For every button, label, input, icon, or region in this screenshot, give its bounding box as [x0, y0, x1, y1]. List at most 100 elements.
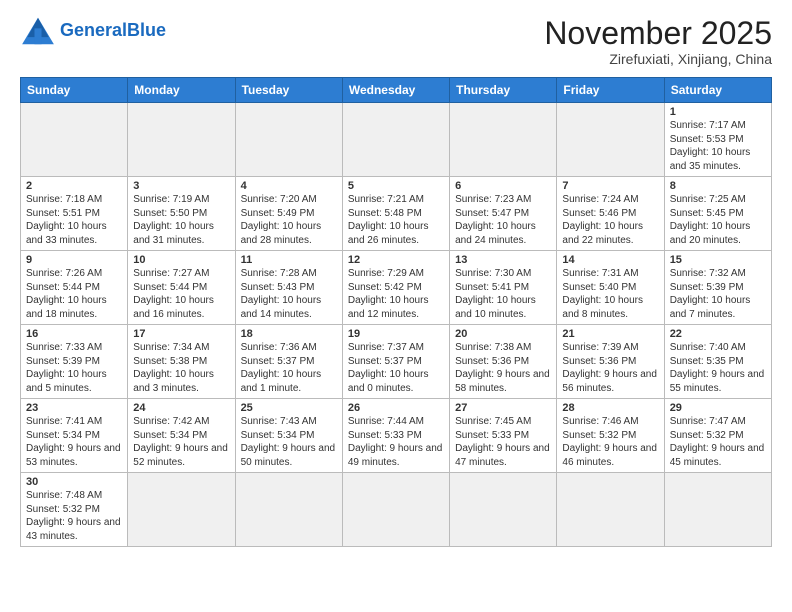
day-number: 19 — [348, 328, 444, 340]
day-info: Sunrise: 7:43 AM Sunset: 5:34 PM Dayligh… — [241, 415, 337, 469]
table-row — [128, 473, 235, 547]
day-info: Sunrise: 7:27 AM Sunset: 5:44 PM Dayligh… — [133, 267, 229, 321]
day-info: Sunrise: 7:36 AM Sunset: 5:37 PM Dayligh… — [241, 341, 337, 395]
table-row: 21Sunrise: 7:39 AM Sunset: 5:36 PM Dayli… — [557, 325, 664, 399]
day-number: 6 — [455, 180, 551, 192]
table-row: 10Sunrise: 7:27 AM Sunset: 5:44 PM Dayli… — [128, 251, 235, 325]
day-info: Sunrise: 7:28 AM Sunset: 5:43 PM Dayligh… — [241, 267, 337, 321]
table-row: 23Sunrise: 7:41 AM Sunset: 5:34 PM Dayli… — [21, 399, 128, 473]
table-row: 18Sunrise: 7:36 AM Sunset: 5:37 PM Dayli… — [235, 325, 342, 399]
weekday-header-wednesday: Wednesday — [342, 78, 449, 103]
day-info: Sunrise: 7:47 AM Sunset: 5:32 PM Dayligh… — [670, 415, 766, 469]
day-info: Sunrise: 7:20 AM Sunset: 5:49 PM Dayligh… — [241, 193, 337, 247]
day-info: Sunrise: 7:32 AM Sunset: 5:39 PM Dayligh… — [670, 267, 766, 321]
table-row: 22Sunrise: 7:40 AM Sunset: 5:35 PM Dayli… — [664, 325, 771, 399]
day-info: Sunrise: 7:18 AM Sunset: 5:51 PM Dayligh… — [26, 193, 122, 247]
table-row — [235, 473, 342, 547]
table-row — [450, 103, 557, 177]
day-number: 9 — [26, 254, 122, 266]
table-row — [557, 473, 664, 547]
day-number: 27 — [455, 402, 551, 414]
day-number: 28 — [562, 402, 658, 414]
calendar: SundayMondayTuesdayWednesdayThursdayFrid… — [20, 77, 772, 547]
day-number: 10 — [133, 254, 229, 266]
day-number: 17 — [133, 328, 229, 340]
logo-text: GeneralBlue — [60, 21, 166, 41]
day-info: Sunrise: 7:24 AM Sunset: 5:46 PM Dayligh… — [562, 193, 658, 247]
day-number: 21 — [562, 328, 658, 340]
table-row — [128, 103, 235, 177]
table-row: 26Sunrise: 7:44 AM Sunset: 5:33 PM Dayli… — [342, 399, 449, 473]
day-number: 11 — [241, 254, 337, 266]
day-info: Sunrise: 7:21 AM Sunset: 5:48 PM Dayligh… — [348, 193, 444, 247]
day-number: 20 — [455, 328, 551, 340]
day-number: 26 — [348, 402, 444, 414]
logo: GeneralBlue — [20, 16, 166, 46]
day-info: Sunrise: 7:30 AM Sunset: 5:41 PM Dayligh… — [455, 267, 551, 321]
day-info: Sunrise: 7:48 AM Sunset: 5:32 PM Dayligh… — [26, 489, 122, 543]
table-row: 2Sunrise: 7:18 AM Sunset: 5:51 PM Daylig… — [21, 177, 128, 251]
table-row: 5Sunrise: 7:21 AM Sunset: 5:48 PM Daylig… — [342, 177, 449, 251]
table-row: 20Sunrise: 7:38 AM Sunset: 5:36 PM Dayli… — [450, 325, 557, 399]
weekday-header-sunday: Sunday — [21, 78, 128, 103]
calendar-week-2: 2Sunrise: 7:18 AM Sunset: 5:51 PM Daylig… — [21, 177, 772, 251]
weekday-header-thursday: Thursday — [450, 78, 557, 103]
table-row: 27Sunrise: 7:45 AM Sunset: 5:33 PM Dayli… — [450, 399, 557, 473]
page: GeneralBlue November 2025 Zirefuxiati, X… — [0, 0, 792, 612]
table-row — [664, 473, 771, 547]
day-number: 16 — [26, 328, 122, 340]
table-row: 24Sunrise: 7:42 AM Sunset: 5:34 PM Dayli… — [128, 399, 235, 473]
day-number: 14 — [562, 254, 658, 266]
day-number: 30 — [26, 476, 122, 488]
table-row: 13Sunrise: 7:30 AM Sunset: 5:41 PM Dayli… — [450, 251, 557, 325]
day-info: Sunrise: 7:42 AM Sunset: 5:34 PM Dayligh… — [133, 415, 229, 469]
title-block: November 2025 Zirefuxiati, Xinjiang, Chi… — [544, 16, 772, 67]
table-row: 30Sunrise: 7:48 AM Sunset: 5:32 PM Dayli… — [21, 473, 128, 547]
day-info: Sunrise: 7:34 AM Sunset: 5:38 PM Dayligh… — [133, 341, 229, 395]
logo-icon — [20, 16, 56, 46]
weekday-header-monday: Monday — [128, 78, 235, 103]
table-row: 11Sunrise: 7:28 AM Sunset: 5:43 PM Dayli… — [235, 251, 342, 325]
weekday-header-saturday: Saturday — [664, 78, 771, 103]
day-number: 2 — [26, 180, 122, 192]
day-info: Sunrise: 7:39 AM Sunset: 5:36 PM Dayligh… — [562, 341, 658, 395]
table-row: 14Sunrise: 7:31 AM Sunset: 5:40 PM Dayli… — [557, 251, 664, 325]
table-row: 1Sunrise: 7:17 AM Sunset: 5:53 PM Daylig… — [664, 103, 771, 177]
day-info: Sunrise: 7:29 AM Sunset: 5:42 PM Dayligh… — [348, 267, 444, 321]
table-row — [235, 103, 342, 177]
day-number: 3 — [133, 180, 229, 192]
table-row: 25Sunrise: 7:43 AM Sunset: 5:34 PM Dayli… — [235, 399, 342, 473]
day-number: 23 — [26, 402, 122, 414]
day-number: 5 — [348, 180, 444, 192]
day-number: 4 — [241, 180, 337, 192]
day-info: Sunrise: 7:40 AM Sunset: 5:35 PM Dayligh… — [670, 341, 766, 395]
day-info: Sunrise: 7:33 AM Sunset: 5:39 PM Dayligh… — [26, 341, 122, 395]
subtitle: Zirefuxiati, Xinjiang, China — [544, 51, 772, 67]
day-info: Sunrise: 7:37 AM Sunset: 5:37 PM Dayligh… — [348, 341, 444, 395]
table-row — [342, 103, 449, 177]
table-row — [557, 103, 664, 177]
calendar-week-5: 23Sunrise: 7:41 AM Sunset: 5:34 PM Dayli… — [21, 399, 772, 473]
calendar-week-1: 1Sunrise: 7:17 AM Sunset: 5:53 PM Daylig… — [21, 103, 772, 177]
day-info: Sunrise: 7:17 AM Sunset: 5:53 PM Dayligh… — [670, 119, 766, 173]
logo-blue: Blue — [127, 20, 166, 40]
month-title: November 2025 — [544, 16, 772, 51]
table-row — [450, 473, 557, 547]
table-row: 6Sunrise: 7:23 AM Sunset: 5:47 PM Daylig… — [450, 177, 557, 251]
calendar-week-6: 30Sunrise: 7:48 AM Sunset: 5:32 PM Dayli… — [21, 473, 772, 547]
day-info: Sunrise: 7:26 AM Sunset: 5:44 PM Dayligh… — [26, 267, 122, 321]
table-row — [21, 103, 128, 177]
table-row: 8Sunrise: 7:25 AM Sunset: 5:45 PM Daylig… — [664, 177, 771, 251]
day-info: Sunrise: 7:19 AM Sunset: 5:50 PM Dayligh… — [133, 193, 229, 247]
table-row: 16Sunrise: 7:33 AM Sunset: 5:39 PM Dayli… — [21, 325, 128, 399]
table-row: 12Sunrise: 7:29 AM Sunset: 5:42 PM Dayli… — [342, 251, 449, 325]
header: GeneralBlue November 2025 Zirefuxiati, X… — [20, 16, 772, 67]
day-info: Sunrise: 7:38 AM Sunset: 5:36 PM Dayligh… — [455, 341, 551, 395]
table-row: 4Sunrise: 7:20 AM Sunset: 5:49 PM Daylig… — [235, 177, 342, 251]
day-number: 12 — [348, 254, 444, 266]
day-number: 22 — [670, 328, 766, 340]
day-info: Sunrise: 7:31 AM Sunset: 5:40 PM Dayligh… — [562, 267, 658, 321]
table-row: 28Sunrise: 7:46 AM Sunset: 5:32 PM Dayli… — [557, 399, 664, 473]
day-info: Sunrise: 7:41 AM Sunset: 5:34 PM Dayligh… — [26, 415, 122, 469]
table-row: 9Sunrise: 7:26 AM Sunset: 5:44 PM Daylig… — [21, 251, 128, 325]
